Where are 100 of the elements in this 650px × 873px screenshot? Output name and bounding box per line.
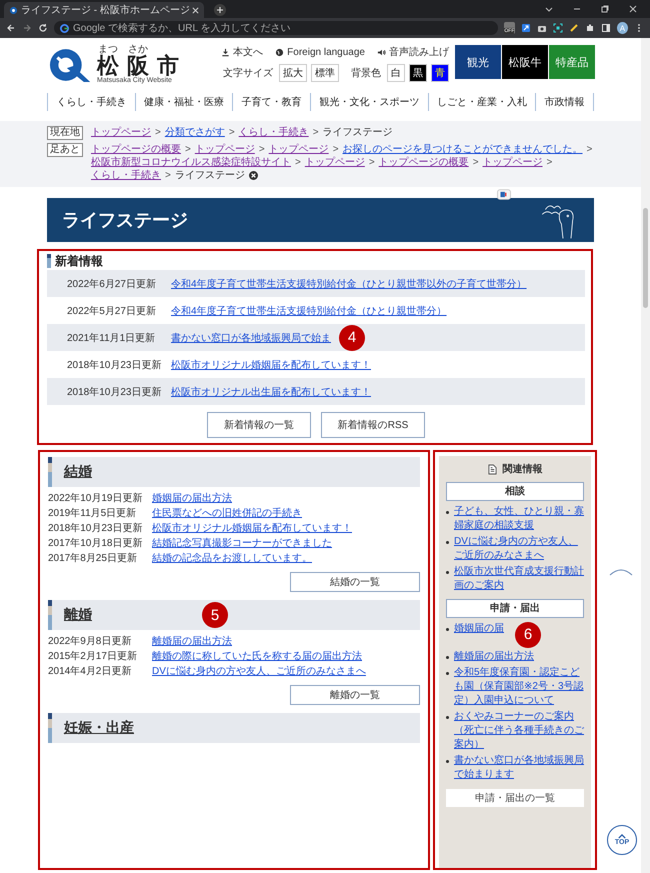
article-link[interactable]: 離婚届の届出方法	[152, 634, 232, 649]
scan-icon[interactable]	[552, 23, 563, 33]
bullet-icon	[446, 716, 449, 719]
breadcrumb-link[interactable]: トップページ	[482, 156, 543, 169]
bullet-icon	[446, 672, 449, 675]
nav-item[interactable]: 子育て・教育	[233, 93, 312, 111]
color-button[interactable]: 白	[387, 64, 405, 82]
breadcrumb-link[interactable]: トップページ	[304, 156, 365, 169]
article-link[interactable]: 結婚記念写真撮影コーナーができました	[152, 536, 332, 551]
breadcrumb-separator: >	[546, 156, 552, 169]
address-field[interactable]: Google で検索するか、URL を入力してください	[54, 21, 498, 35]
document-icon	[488, 464, 496, 474]
utility-link[interactable]: Foreign language	[275, 46, 365, 58]
list-button[interactable]: 新着情報のRSS	[321, 412, 425, 438]
breadcrumb-link[interactable]: トップページの概要	[91, 143, 181, 156]
bullet-icon	[446, 760, 449, 763]
related-link[interactable]: DVに悩む身内の方や友人、ご近所のみなさまへ	[454, 535, 584, 563]
utility-link[interactable]: 音声読み上げ	[377, 45, 449, 59]
category-title[interactable]: 妊娠・出産	[64, 719, 134, 737]
category-tile[interactable]: 観光	[455, 45, 501, 79]
list-button[interactable]: 結婚の一覧	[290, 572, 420, 592]
article-link[interactable]: 松阪市オリジナル婚姻届を配布しています！	[152, 521, 352, 536]
breadcrumb-separator: >	[472, 156, 479, 169]
logo-icon	[9, 6, 18, 14]
nav-item[interactable]: 市政情報	[536, 93, 594, 111]
breadcrumb-separator: >	[332, 143, 339, 156]
font-size-button[interactable]: 拡大	[279, 64, 307, 82]
close-icon[interactable]	[628, 4, 638, 14]
update-date: 2022年10月19日更新	[48, 492, 144, 506]
back-icon[interactable]	[6, 23, 16, 33]
breadcrumb-link[interactable]: くらし・手続き	[91, 169, 161, 182]
new-tab-icon[interactable]	[214, 4, 226, 16]
color-button[interactable]: 黒	[409, 64, 427, 82]
article-link[interactable]: 婚姻届の届出方法	[152, 491, 232, 506]
speaker-icon[interactable]	[497, 189, 511, 200]
news-link[interactable]: 松阪市オリジナル出生届を配布しています！	[171, 384, 371, 398]
update-date: 2014年4月2日更新	[48, 664, 132, 679]
news-link[interactable]: 書かない窓口が各地域振興局で始ま	[171, 330, 331, 344]
breadcrumb-link[interactable]: くらし・手続き	[238, 126, 309, 139]
puzzle-icon[interactable]	[584, 23, 595, 33]
update-date: 2015年2月17日更新	[48, 650, 138, 664]
breadcrumb-link[interactable]: お探しのページを見つけることができませんでした。	[342, 143, 583, 156]
related-link[interactable]: 令和5年度保育園・認定こども園（保育園部※2号・3号認定）入園申込について	[454, 666, 584, 708]
related-link[interactable]: おくやみコーナーのご案内（死亡に伴う各種手続きのご案内）	[454, 710, 584, 752]
breadcrumb-link[interactable]: トップページの概要	[378, 156, 469, 169]
forward-icon[interactable]	[22, 23, 32, 33]
reload-icon[interactable]	[38, 23, 48, 33]
city-logo-icon	[47, 46, 91, 82]
nav-item[interactable]: 健康・福祉・医療	[136, 93, 234, 111]
article-link[interactable]: 結婚の記念品をお渡ししています。	[152, 551, 312, 566]
update-date: 2018年10月23日更新	[67, 358, 162, 372]
color-button[interactable]: 青	[431, 64, 449, 82]
nav-item[interactable]: くらし・手続き	[48, 93, 136, 111]
list-button[interactable]: 離婚の一覧	[290, 685, 420, 705]
sidebar-icon[interactable]	[600, 23, 611, 33]
share-icon[interactable]	[520, 23, 531, 33]
nav-item[interactable]: しごと・産業・入札	[428, 93, 536, 111]
news-link[interactable]: 令和4年度子育て世帯生活支援特別給付金（ひとり親世帯以外の子育て世帯分）	[171, 276, 527, 290]
list-button[interactable]: 新着情報の一覧	[207, 412, 311, 438]
bullet-icon	[446, 628, 449, 631]
category-title[interactable]: 離婚	[64, 606, 92, 624]
restore-icon[interactable]	[600, 4, 610, 14]
close-icon[interactable]	[192, 6, 199, 14]
utility-link[interactable]: 本文へ	[221, 45, 264, 59]
related-link[interactable]: 婚姻届の届	[454, 622, 504, 636]
arc-icon[interactable]	[609, 568, 633, 576]
related-link[interactable]: 子ども、女性、ひとり親・寡婦家庭の相談支援	[454, 505, 584, 533]
article-link[interactable]: DVに悩む身内の方や友人、ご近所のみなさまへ	[152, 664, 366, 679]
related-link[interactable]: 離婚届の届出方法	[454, 650, 534, 664]
pencil-icon[interactable]	[568, 23, 579, 33]
font-size-button[interactable]: 標準	[311, 64, 339, 82]
bullet-icon	[446, 571, 449, 574]
article-link[interactable]: 住民票などへの旧姓併記の手続き	[152, 506, 302, 521]
clear-icon[interactable]	[248, 171, 258, 180]
browser-tab[interactable]: ライフステージ - 松阪市ホームページ	[4, 2, 204, 18]
related-link[interactable]: 松阪市次世代育成支援行動計画のご案内	[454, 565, 584, 593]
download-icon	[221, 48, 230, 56]
news-link[interactable]: 松阪市オリジナル婚姻届を配布しています！	[171, 358, 371, 372]
breadcrumb-link[interactable]: 分類でさがす	[164, 126, 225, 139]
logo-character: 松	[97, 55, 119, 77]
breadcrumb-link[interactable]: トップページ	[194, 143, 255, 156]
background-color-label: 背景色	[351, 66, 381, 80]
scrollbar[interactable]	[641, 38, 650, 873]
category-tile[interactable]: 特産品	[549, 45, 595, 79]
scroll-thumb[interactable]	[643, 208, 648, 308]
category-title[interactable]: 結婚	[64, 463, 92, 481]
breadcrumb-link[interactable]: 松阪市新型コロナウイルス感染症特設サイト	[91, 156, 291, 169]
camera-icon[interactable]	[536, 23, 547, 33]
related-link[interactable]: 書かない窓口が各地域振興局で始まります	[454, 754, 584, 782]
update-date: 2019年11月5日更新	[48, 506, 138, 521]
logo-character: 市	[157, 55, 179, 77]
update-date: 2017年8月25日更新	[48, 552, 138, 566]
breadcrumb-link[interactable]: トップページ	[91, 126, 151, 139]
news-link[interactable]: 令和4年度子育て世帯生活支援特別給付金（ひとり親世帯分）	[171, 304, 447, 318]
update-date: 2022年5月27日更新	[67, 304, 157, 318]
category-tile[interactable]: 松阪牛	[502, 45, 548, 79]
list-button[interactable]: 申請・届出の一覧	[446, 789, 584, 807]
nav-item[interactable]: 観光・文化・スポーツ	[311, 93, 429, 111]
breadcrumb-link[interactable]: トップページ	[268, 143, 329, 156]
article-link[interactable]: 離婚の際に称していた氏を称する届の届出方法	[152, 649, 362, 664]
